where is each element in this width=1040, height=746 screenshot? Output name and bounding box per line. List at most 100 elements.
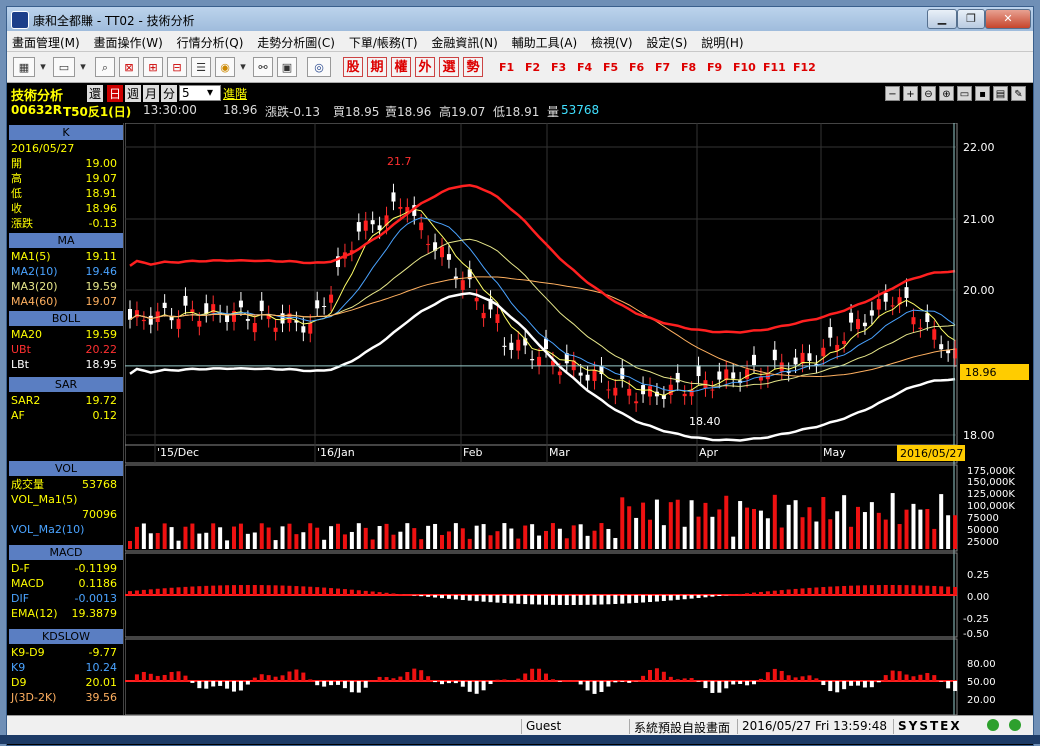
vol-section-header[interactable]: VOL xyxy=(9,461,123,476)
zoom-out-icon[interactable]: ⊖ xyxy=(921,86,936,101)
macd-histogram-bar xyxy=(260,585,264,595)
menu-help[interactable]: 說明(H) xyxy=(696,31,748,51)
expand-icon[interactable]: + xyxy=(903,86,918,101)
quote-volume: 53768 xyxy=(561,103,599,117)
macd-histogram-bar xyxy=(475,595,479,601)
f10-key[interactable]: F10 xyxy=(733,61,756,74)
menu-settings[interactable]: 設定(S) xyxy=(641,31,692,51)
layout-dropdown-icon[interactable]: ▾ xyxy=(37,57,49,77)
menu-screen-operate[interactable]: 畫面操作(W) xyxy=(89,31,168,51)
quick-foreign-button[interactable]: 外 xyxy=(415,57,435,77)
close-window-icon[interactable]: ⊠ xyxy=(119,57,139,77)
f11-key[interactable]: F11 xyxy=(763,61,786,74)
f12-key[interactable]: F12 xyxy=(793,61,816,74)
f9-key[interactable]: F9 xyxy=(707,61,722,74)
macd-histogram-bar xyxy=(128,591,132,595)
quick-options-button[interactable]: 權 xyxy=(391,57,411,77)
minimize-button[interactable]: ▁ xyxy=(927,9,957,29)
volume-bar xyxy=(378,526,382,549)
monitor-dropdown-icon[interactable]: ▾ xyxy=(77,57,89,77)
period-minute-tab[interactable]: 分 xyxy=(161,85,177,102)
kd-histogram-bar xyxy=(925,673,929,681)
brand-logo-icon[interactable]: ◎ xyxy=(307,57,331,77)
restore-button[interactable]: 還 xyxy=(87,85,103,102)
period-month-tab[interactable]: 月 xyxy=(143,85,159,102)
menu-tools[interactable]: 輔助工具(A) xyxy=(507,31,583,51)
kd-histogram-bar xyxy=(516,679,520,681)
sar-section-header[interactable]: SAR xyxy=(9,377,123,392)
f7-key[interactable]: F7 xyxy=(655,61,670,74)
boll-section-header[interactable]: BOLL xyxy=(9,311,123,326)
split-icon[interactable]: ⊟ xyxy=(167,57,187,77)
volume-bar xyxy=(232,527,236,549)
list-icon[interactable]: ☰ xyxy=(191,57,211,77)
volume-bar xyxy=(814,522,818,549)
globe-dropdown-icon[interactable]: ▾ xyxy=(237,57,249,77)
volume-bar xyxy=(620,497,624,549)
boll-lbt-row: LBt18.95 xyxy=(9,357,123,372)
quick-select-button[interactable]: 選 xyxy=(439,57,459,77)
menu-screen-manage[interactable]: 畫面管理(M) xyxy=(7,31,85,51)
kd-histogram-bar xyxy=(558,681,562,682)
search-icon[interactable]: ⌕ xyxy=(95,57,115,77)
candle-body xyxy=(440,247,444,258)
layout-icon[interactable]: ▦ xyxy=(13,57,35,77)
menu-quote-analysis[interactable]: 行情分析(Q) xyxy=(172,31,249,51)
app-icon[interactable] xyxy=(11,11,29,29)
volume-bar xyxy=(593,531,597,549)
f8-key[interactable]: F8 xyxy=(681,61,696,74)
kd-histogram-bar xyxy=(932,675,936,681)
kd-histogram-bar xyxy=(239,681,243,690)
monitor-icon[interactable]: ▭ xyxy=(53,57,75,77)
vol-tick-50: 50000 xyxy=(967,525,999,536)
period-select-dropdown-icon[interactable]: ▾ xyxy=(207,85,213,99)
settings-icon[interactable]: ✎ xyxy=(1011,86,1026,101)
image-icon[interactable]: ▣ xyxy=(277,57,297,77)
print-icon[interactable]: ▤ xyxy=(993,86,1008,101)
title-bar[interactable]: 康和全都賺 - TT02 - 技術分析 ▁ ❐ ✕ xyxy=(7,7,1033,31)
period-select[interactable]: 5 xyxy=(179,85,221,101)
f4-key[interactable]: F4 xyxy=(577,61,592,74)
chat-icon[interactable]: ▭ xyxy=(957,86,972,101)
shrink-icon[interactable]: − xyxy=(885,86,900,101)
technical-chart[interactable]: 22.00 21.00 20.00 18.00 18.96 '15/Dec '1… xyxy=(125,123,1029,715)
f3-key[interactable]: F3 xyxy=(551,61,566,74)
quick-stock-button[interactable]: 股 xyxy=(343,57,363,77)
link-icon[interactable]: ⚯ xyxy=(253,57,273,77)
f1-key[interactable]: F1 xyxy=(499,61,514,74)
f6-key[interactable]: F6 xyxy=(629,61,644,74)
candle-body xyxy=(149,316,153,325)
ma-section-header[interactable]: MA xyxy=(9,233,123,248)
zoom-in-icon[interactable]: ⊕ xyxy=(939,86,954,101)
kd-section-header[interactable]: KDSLOW xyxy=(9,629,123,644)
kd-histogram-bar xyxy=(551,679,555,681)
close-button[interactable]: ✕ xyxy=(985,9,1031,29)
kd-k9-row: K910.24 xyxy=(9,660,123,675)
quick-futures-button[interactable]: 期 xyxy=(367,57,387,77)
menu-view[interactable]: 檢視(V) xyxy=(586,31,638,51)
period-week-tab[interactable]: 週 xyxy=(125,85,141,102)
candle-body xyxy=(731,372,735,378)
volume-bar xyxy=(925,509,929,549)
save-icon[interactable]: ▪ xyxy=(975,86,990,101)
macd-histogram-bar xyxy=(163,588,167,595)
globe-icon[interactable]: ◉ xyxy=(215,57,235,77)
menu-finance-info[interactable]: 金融資訊(N) xyxy=(426,31,502,51)
kd-histogram-bar xyxy=(620,681,624,682)
volume-bar xyxy=(509,529,513,549)
menu-order-account[interactable]: 下單/帳務(T) xyxy=(344,31,423,51)
advanced-link[interactable]: 進階 xyxy=(223,85,247,102)
period-day-tab[interactable]: 日 xyxy=(107,85,123,102)
maximize-button[interactable]: ❐ xyxy=(957,9,985,29)
f2-key[interactable]: F2 xyxy=(525,61,540,74)
quick-trend-button[interactable]: 勢 xyxy=(463,57,483,77)
volume-bar xyxy=(911,504,915,549)
volume-bar xyxy=(655,500,659,549)
menu-trend-chart[interactable]: 走勢分析圖(C) xyxy=(252,31,340,51)
kd-histogram-bar xyxy=(856,681,860,686)
macd-section-header[interactable]: MACD xyxy=(9,545,123,560)
f5-key[interactable]: F5 xyxy=(603,61,618,74)
k-section-header[interactable]: K xyxy=(9,125,123,140)
candle-body xyxy=(509,343,513,350)
grid-icon[interactable]: ⊞ xyxy=(143,57,163,77)
